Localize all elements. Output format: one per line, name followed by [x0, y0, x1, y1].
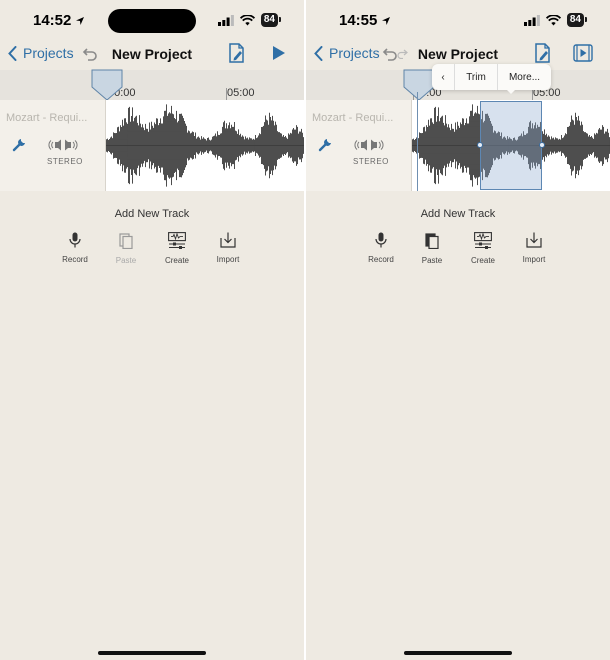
paste-label: Paste: [115, 256, 137, 265]
clock: 14:52: [33, 12, 72, 29]
edit-cursor[interactable]: [417, 92, 418, 191]
mic-icon: [69, 232, 81, 248]
ruler-mark-5min: 05:00: [227, 87, 255, 99]
battery-indicator: 84: [260, 13, 282, 27]
create-button[interactable]: Create: [463, 232, 503, 265]
channel-label: STEREO: [353, 157, 389, 166]
paste-icon: [119, 233, 133, 250]
paste-label: Paste: [421, 256, 443, 265]
nav-bar: Projects New Project: [0, 40, 304, 70]
status-bar: 14:55 84: [306, 0, 610, 40]
paste-icon: [425, 233, 439, 250]
record-label: Record: [62, 255, 88, 264]
battery-indicator: 84: [566, 13, 588, 27]
mic-icon: [375, 232, 387, 248]
import-button[interactable]: Import: [514, 232, 554, 264]
edit-document-icon[interactable]: [228, 43, 246, 63]
channel-label: STEREO: [47, 157, 83, 166]
create-label: Create: [470, 256, 495, 265]
add-new-track-title: Add New Track: [420, 208, 496, 220]
more-menu-item[interactable]: More...: [498, 64, 551, 90]
audio-track: Mozart - Requi... STEREO: [306, 100, 610, 191]
screen-after: 14:55 84 Projects New Project 00:00 05:0…: [306, 0, 610, 660]
record-label: Record: [368, 255, 394, 264]
stereo-speaker-icon[interactable]: [48, 139, 78, 151]
import-label: Import: [522, 255, 546, 264]
signal-icon: [523, 14, 540, 26]
import-button[interactable]: Import: [208, 232, 248, 264]
import-label: Import: [216, 255, 240, 264]
playhead-marker[interactable]: [403, 69, 435, 102]
track-name: Mozart - Requi...: [6, 112, 88, 124]
timeline-ruler[interactable]: 00:00 05:00: [0, 70, 304, 100]
import-icon: [220, 232, 236, 248]
create-button[interactable]: Create: [157, 232, 197, 265]
import-icon: [526, 232, 542, 248]
trim-menu-item[interactable]: Trim: [455, 64, 497, 90]
create-icon: [168, 232, 186, 249]
add-new-track-title: Add New Track: [114, 208, 190, 220]
dynamic-island: [108, 9, 196, 33]
edit-document-icon[interactable]: [534, 43, 552, 63]
playhead-marker[interactable]: [91, 69, 123, 102]
audio-track: Mozart - Requi... STEREO: [0, 100, 304, 191]
home-indicator: [98, 651, 206, 655]
track-header[interactable]: Mozart - Requi... STEREO: [0, 100, 106, 191]
record-button[interactable]: Record: [55, 232, 95, 264]
paste-button[interactable]: Paste: [412, 232, 452, 265]
page-title: New Project: [111, 46, 193, 62]
location-arrow-icon: [382, 16, 391, 25]
selection-start-handle[interactable]: [477, 142, 483, 148]
home-indicator: [404, 651, 512, 655]
wrench-icon[interactable]: [318, 136, 334, 152]
record-button[interactable]: Record: [361, 232, 401, 264]
play-selection-icon[interactable]: [573, 44, 593, 62]
track-name: Mozart - Requi...: [312, 112, 394, 124]
track-header[interactable]: Mozart - Requi... STEREO: [306, 100, 412, 191]
add-track-toolbar: Record Paste Create Import: [361, 232, 561, 272]
location-arrow-icon: [76, 16, 85, 25]
paste-button[interactable]: Paste: [106, 232, 146, 265]
create-icon: [474, 232, 492, 249]
menu-back-button[interactable]: ‹: [432, 64, 454, 90]
waveform[interactable]: [106, 100, 304, 191]
screen-before: 14:52 84 Projects New Project 00:00 05:0…: [0, 0, 304, 660]
selection-end-handle[interactable]: [539, 142, 545, 148]
create-label: Create: [164, 256, 189, 265]
play-icon[interactable]: [272, 45, 286, 61]
edit-context-menu: ‹ Trim More...: [432, 64, 551, 90]
wrench-icon[interactable]: [12, 136, 28, 152]
selection-region[interactable]: [477, 101, 545, 190]
status-bar: 14:52 84: [0, 0, 304, 40]
add-track-toolbar: Record Paste Create Import: [55, 232, 255, 272]
menu-pointer: [506, 89, 516, 94]
wifi-icon: [239, 14, 255, 25]
page-title: New Project: [417, 46, 499, 62]
clock: 14:55: [339, 12, 378, 29]
wifi-icon: [545, 14, 561, 25]
signal-icon: [217, 14, 234, 26]
stereo-speaker-icon[interactable]: [354, 139, 384, 151]
